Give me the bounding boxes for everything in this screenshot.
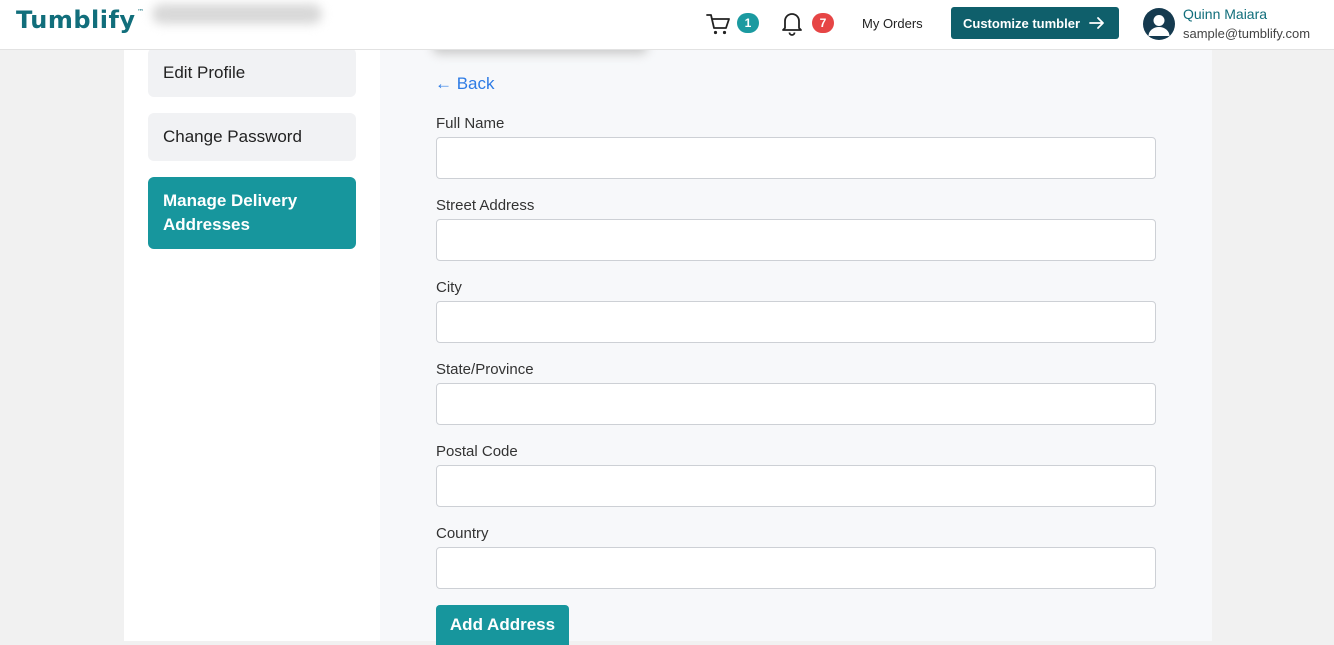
full-name-label: Full Name xyxy=(436,115,505,132)
sidebar-item-manage-delivery-addresses[interactable]: Manage Delivery Addresses xyxy=(148,177,356,249)
city-input[interactable] xyxy=(436,301,1156,343)
sidebar-item-change-password[interactable]: Change Password xyxy=(148,113,356,161)
state-province-label: State/Province xyxy=(436,361,534,378)
user-name[interactable]: Quinn Maiara xyxy=(1183,6,1267,22)
sidebar-item-label: Edit Profile xyxy=(163,62,246,82)
cart-count-badge: 1 xyxy=(737,13,759,33)
sidebar-item-label: Manage Delivery Addresses xyxy=(163,191,298,234)
user-email: sample@tumblify.com xyxy=(1183,26,1311,41)
postal-code-input[interactable] xyxy=(436,465,1156,507)
cart-icon[interactable] xyxy=(705,11,731,37)
street-address-input[interactable] xyxy=(436,219,1156,261)
sidebar-item-label: Change Password xyxy=(163,127,302,146)
blurred-search-placeholder xyxy=(152,4,322,24)
trademark-mark: ™ xyxy=(137,8,145,16)
top-nav-bar: Tumblify ™ 1 7 My Orders Customize tumbl… xyxy=(0,0,1334,50)
back-link[interactable]: ← Back xyxy=(435,74,495,94)
tumblify-logo[interactable]: Tumblify ™ xyxy=(16,6,144,34)
notification-count-badge: 7 xyxy=(812,13,834,33)
add-address-button[interactable]: Add Address xyxy=(436,605,569,645)
country-input[interactable] xyxy=(436,547,1156,589)
country-label: Country xyxy=(436,525,489,542)
customize-tumbler-label: Customize tumbler xyxy=(963,15,1081,31)
arrow-right-icon xyxy=(1089,17,1104,29)
logo-text: Tumblify xyxy=(16,6,136,34)
customize-tumbler-button[interactable]: Customize tumbler xyxy=(951,7,1119,39)
street-address-label: Street Address xyxy=(436,197,535,214)
sidebar-item-edit-profile[interactable]: Edit Profile xyxy=(148,48,356,97)
full-name-input[interactable] xyxy=(436,137,1156,179)
user-avatar-icon[interactable] xyxy=(1143,8,1175,40)
city-label: City xyxy=(436,279,462,296)
my-orders-link[interactable]: My Orders xyxy=(862,16,923,31)
bell-icon[interactable] xyxy=(780,10,804,36)
state-province-input[interactable] xyxy=(436,383,1156,425)
postal-code-label: Postal Code xyxy=(436,443,518,460)
